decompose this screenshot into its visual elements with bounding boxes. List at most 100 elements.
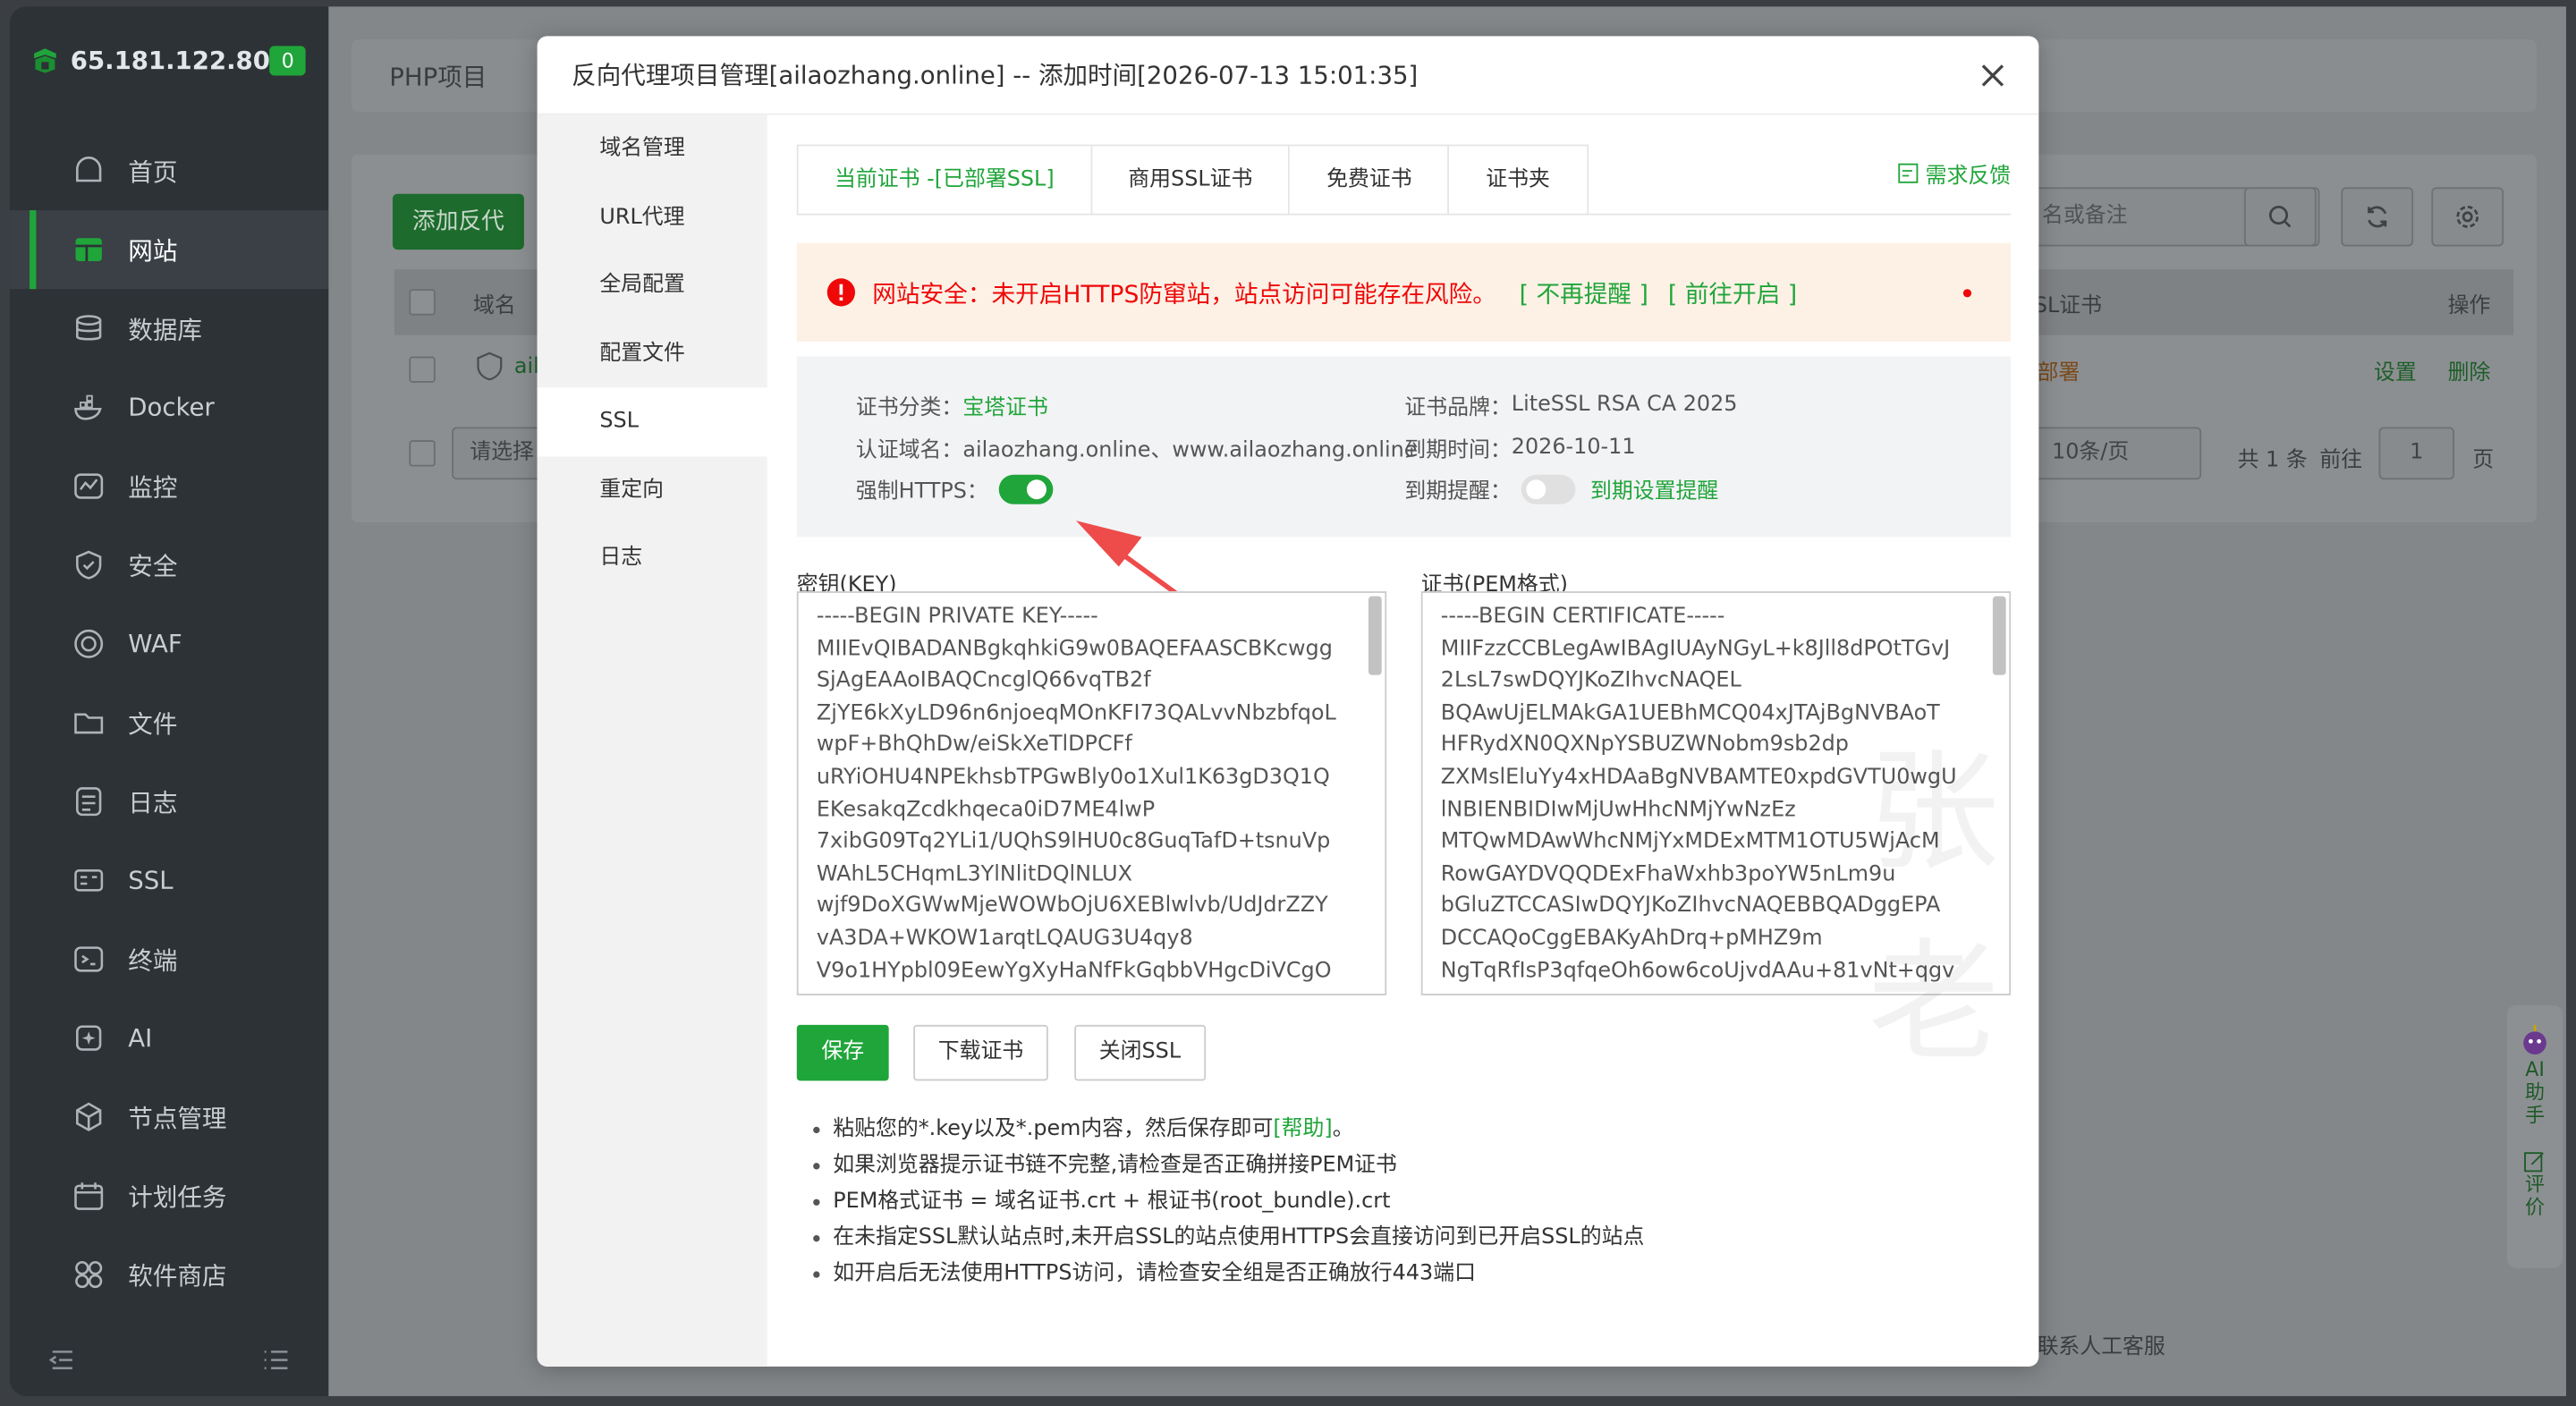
node-icon [76, 1102, 102, 1131]
sidebar-item-ai[interactable]: AI [10, 999, 328, 1078]
row-delete-link[interactable]: 删除 [2448, 355, 2491, 386]
tip-item: 如果浏览器提示证书链不完整,请检查是否正确拼接PEM证书 [809, 1148, 1644, 1184]
settings-button[interactable] [2431, 187, 2504, 247]
cert-scrollbar[interactable] [1992, 596, 2006, 675]
sidebar-item-docker[interactable]: Docker [10, 368, 328, 446]
feedback-icon [1898, 163, 1919, 183]
select-all-checkbox[interactable] [409, 289, 436, 316]
calendar-icon [74, 1182, 104, 1210]
sidebar-item-log[interactable]: 日志 [10, 762, 328, 841]
tip-text: 如果浏览器提示证书链不完整,请检查是否正确拼接PEM证书 [833, 1153, 1397, 1178]
sidebar-item-database[interactable]: 数据库 [10, 289, 328, 368]
sidebar-item-ssl[interactable]: SSL [10, 841, 328, 919]
download-cert-button[interactable]: 下载证书 [913, 1024, 1048, 1081]
waf-badge-icon [477, 352, 503, 381]
row-site-name[interactable]: ail [514, 355, 539, 380]
sidebar-item-monitor[interactable]: 监控 [10, 447, 328, 526]
batch-checkbox[interactable] [409, 440, 436, 467]
tip-item: 粘贴您的*.key以及*.pem内容，然后保存即可[帮助]。 [809, 1112, 1644, 1148]
dialog-nav-ssl[interactable]: SSL [537, 387, 767, 456]
tip-item: 如开启后无法使用HTTPS访问，请检查安全组是否正确放行443端口 [809, 1257, 1644, 1292]
home-icon [76, 157, 102, 182]
tab-current-cert[interactable]: 当前证书 -[已部署SSL] [798, 146, 1092, 216]
dialog-nav-url-proxy[interactable]: URL代理 [538, 183, 767, 251]
force-https-toggle[interactable] [997, 473, 1053, 504]
cert-brand-value: LiteSSL RSA CA 2025 [1511, 392, 1738, 418]
expire-remind-label: 到期提醒： [1404, 479, 1512, 504]
sidebar-item-website[interactable]: 网站 [10, 210, 329, 290]
dialog-nav-global-config[interactable]: 全局配置 [538, 251, 767, 319]
tab-commercial-ssl[interactable]: 商用SSL证书 [1091, 146, 1291, 216]
column-operations: 操作 [2447, 293, 2491, 319]
collapse-icon[interactable] [49, 1347, 75, 1373]
expire-remind-toggle[interactable] [1521, 473, 1576, 504]
ai-assistant-float[interactable]: AI 助 手 评 价 [2506, 1004, 2563, 1268]
sidebar-item-store[interactable]: 软件商店 [10, 1235, 328, 1314]
sidebar-item-home[interactable]: 首页 [10, 131, 328, 210]
cert-info-panel: 证书分类： 宝塔证书 认证域名： ailaozhang.online、www.a… [796, 356, 2012, 538]
enable-link[interactable]: [ 前往开启 ] [1668, 275, 1797, 310]
cert-domain-label: 认证域名： [855, 438, 963, 463]
sidebar-item-folder[interactable]: 文件 [10, 683, 328, 762]
batch-select[interactable]: 请选择 [452, 427, 551, 480]
save-button[interactable]: 保存 [796, 1024, 889, 1081]
sidebar-item-waf[interactable]: WAF [10, 605, 328, 683]
close-icon[interactable] [1977, 59, 2010, 92]
key-textarea[interactable]: -----BEGIN PRIVATE KEY----- MIIEvQIBADAN… [796, 591, 1387, 995]
alert-count-badge[interactable]: 0 [269, 46, 306, 76]
cert-domain-value: ailaozhang.online、www.ailaozhang.online [962, 438, 1418, 463]
refresh-button[interactable] [2341, 187, 2414, 247]
sidebar-item-label: 日志 [128, 787, 178, 817]
page-number-input[interactable]: 1 [2378, 427, 2455, 480]
sidebar-item-label: Docker [128, 392, 215, 422]
dialog-nav-domain[interactable]: 域名管理 [538, 115, 767, 183]
sidebar-item-label: 文件 [128, 708, 178, 739]
tip-text: PEM格式证书 = 域名证书.crt + 根证书(root_bundle).cr… [833, 1189, 1391, 1215]
tab-free-cert[interactable]: 免费证书 [1290, 146, 1450, 216]
sidebar-item-calendar[interactable]: 计划任务 [10, 1156, 328, 1235]
total-count: 共 1 条 [2237, 448, 2308, 473]
search-icon [2268, 206, 2292, 228]
row-ssl-status[interactable]: 部署 [2038, 355, 2080, 386]
close-ssl-button[interactable]: 关闭SSL [1074, 1024, 1206, 1081]
monitor-icon [74, 473, 104, 499]
support-link[interactable]: 联系人工客服 [2038, 1329, 2165, 1360]
feedback-label: 需求反馈 [1925, 164, 2012, 190]
search-button[interactable] [2243, 187, 2317, 247]
cert-brand-label: 证书品牌： [1404, 395, 1512, 421]
cert-category-value: 宝塔证书 [962, 395, 1048, 421]
cert-textarea[interactable]: -----BEGIN CERTIFICATE----- MIIFzzCCBLeg… [1420, 591, 2012, 995]
server-ip: 65.181.122.80 [70, 46, 270, 76]
sidebar-item-label: AI [128, 1023, 153, 1054]
add-proxy-button[interactable]: 添加反代 [392, 193, 524, 250]
sidebar-item-shield[interactable]: 安全 [10, 526, 328, 605]
cert-domain-row: 认证域名： ailaozhang.online、www.ailaozhang.o… [856, 432, 1418, 463]
cert-expire-row: 到期时间： 2026-10-11 [1404, 432, 1635, 463]
sidebar-item-label: 首页 [128, 157, 178, 187]
expire-remind-link[interactable]: 到期设置提醒 [1590, 473, 1718, 504]
sidebar-item-node[interactable]: 节点管理 [10, 1078, 328, 1156]
ai-assistant-label-2: 助 [2524, 1080, 2546, 1105]
list-icon[interactable] [263, 1347, 289, 1373]
dialog-title: 反向代理项目管理[ailaozhang.online] -- 添加时间[2026… [537, 36, 2039, 115]
dialog-nav-log[interactable]: 日志 [538, 524, 767, 592]
dismiss-link[interactable]: [ 不再提醒 ] [1520, 275, 1648, 310]
ssl-tabs: 当前证书 -[已部署SSL] 商用SSL证书 免费证书 证书夹 [796, 144, 1589, 216]
column-ssl[interactable]: SL证书 [2034, 287, 2102, 319]
help-link[interactable]: [帮助] [1273, 1117, 1332, 1142]
cert-category-label: 证书分类： [855, 395, 963, 421]
tip-tail: 。 [1332, 1116, 1354, 1142]
tab-cert-folder[interactable]: 证书夹 [1449, 146, 1587, 216]
column-domain[interactable]: 域名 [473, 287, 516, 319]
row-settings-link[interactable]: 设置 [2374, 355, 2417, 386]
cert-text: -----BEGIN CERTIFICATE----- MIIFzzCCBLeg… [1440, 604, 1957, 984]
page-size-select[interactable]: 10条/页 [2033, 427, 2202, 480]
dialog-nav-config-file[interactable]: 配置文件 [538, 319, 767, 387]
row-checkbox[interactable] [409, 356, 436, 383]
key-scrollbar[interactable] [1368, 596, 1382, 675]
sidebar-item-terminal[interactable]: 终端 [10, 919, 328, 998]
proxy-manage-dialog: 反向代理项目管理[ailaozhang.online] -- 添加时间[2026… [537, 36, 2039, 1367]
feedback-link[interactable]: 需求反馈 [1897, 157, 2011, 189]
gear-icon [2456, 206, 2479, 228]
dialog-nav-redirect[interactable]: 重定向 [538, 456, 767, 524]
